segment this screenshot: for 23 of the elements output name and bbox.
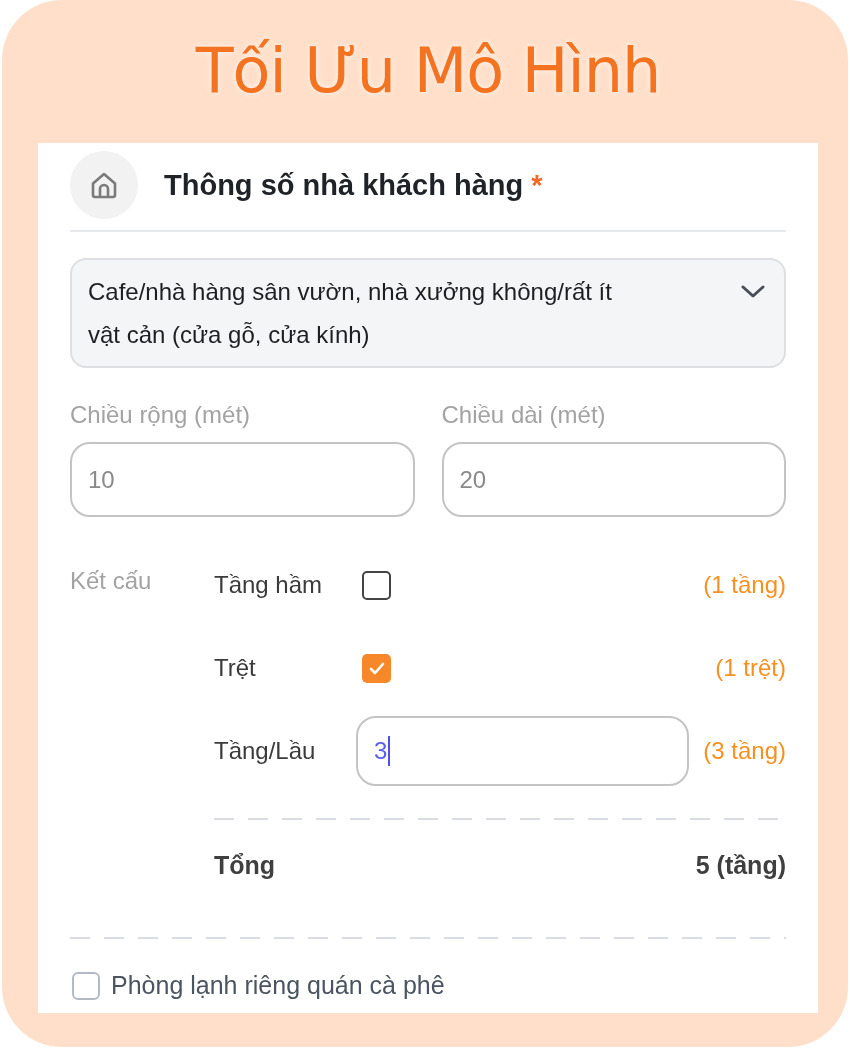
input-field[interactable]: 3 [356,716,690,786]
total-value: 5 (tầng) [695,850,786,880]
floor-count: (1 trệt) [715,654,786,682]
checkbox[interactable] [362,570,391,600]
checkbox[interactable] [72,971,100,1000]
checkmark-icon [368,661,385,675]
checkbox-label: Phòng lạnh riêng quán cà phê [111,971,445,1000]
row-label: Trệt [214,654,256,682]
field-label: Chiều rộng (mét) [70,400,251,430]
floor-count: (3 tầng) [703,737,786,765]
checkbox[interactable] [362,653,391,683]
floor-count: (1 tầng) [703,571,786,599]
field-label: Chiều dài (mét) [441,400,606,430]
row-label: Tầng hầm [214,571,323,599]
input-field[interactable]: 20 [441,442,786,517]
section-title: Thông số nhà khách hàng * [164,168,543,202]
page-title: Tối Ưu Mô Hình [195,34,661,107]
total-label: Tổng [214,850,276,880]
field-label: Kết cấu [70,566,152,596]
row-label: Tầng/Lầu [214,737,316,765]
input-field[interactable]: 10 [70,442,415,517]
chevron-down-icon [740,284,766,300]
building-type-select[interactable]: Cafe/nhà hàng sân vườn, nhà xưởng không/rất ít vật cản (cửa gỗ, cửa kính) [70,258,786,368]
